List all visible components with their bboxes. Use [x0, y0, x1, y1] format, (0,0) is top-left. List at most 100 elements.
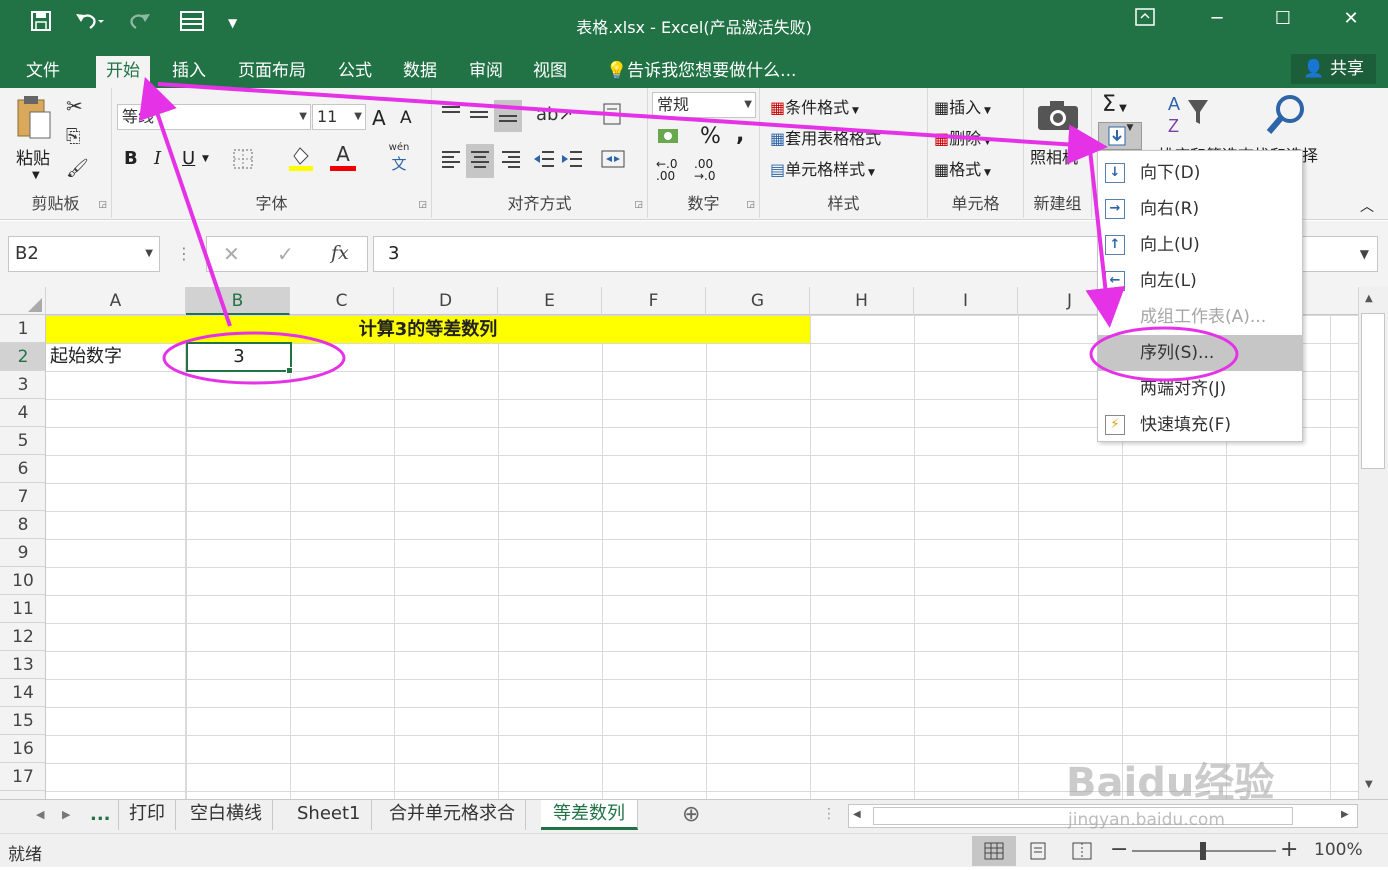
align-top-icon[interactable]: [440, 104, 462, 128]
border-icon[interactable]: [232, 148, 254, 174]
collapse-ribbon-icon[interactable]: ︿: [1360, 196, 1374, 216]
zoom-level[interactable]: 100%: [1314, 840, 1363, 860]
dialog-launcher-icon[interactable]: ◲: [634, 200, 643, 210]
format-as-table-button[interactable]: ▦套用表格格式: [770, 125, 881, 149]
row-header-7[interactable]: 7: [0, 483, 45, 511]
grow-font-button[interactable]: A: [372, 106, 386, 130]
align-center-icon[interactable]: [466, 144, 494, 178]
increase-decimal-button[interactable]: ←.0 .00: [656, 158, 678, 182]
row-header-11[interactable]: 11: [0, 595, 45, 623]
row-header-1[interactable]: 1: [0, 315, 45, 343]
font-name-input[interactable]: 等线 ▼: [117, 104, 311, 130]
conditional-formatting-button[interactable]: ▦条件格式 ▼: [770, 94, 859, 118]
currency-icon[interactable]: [656, 126, 682, 152]
percent-button[interactable]: %: [700, 124, 721, 149]
wrap-text-icon[interactable]: [602, 102, 626, 130]
fill-handle[interactable]: [286, 367, 293, 374]
prev-sheet-icon[interactable]: ◀: [36, 808, 44, 821]
cut-icon[interactable]: ✂: [66, 94, 83, 118]
underline-button[interactable]: U: [182, 148, 195, 169]
menu-item-fill-up[interactable]: ↑ 向上(U): [1098, 227, 1302, 263]
tab-page-layout[interactable]: 页面布局: [228, 56, 316, 88]
column-header-c[interactable]: C: [290, 287, 394, 315]
paste-icon[interactable]: [14, 94, 54, 142]
fill-button[interactable]: ▼: [1098, 122, 1142, 150]
menu-item-flash-fill[interactable]: ⚡ 快速填充(F): [1098, 407, 1302, 443]
insert-function-button[interactable]: fx: [331, 242, 349, 264]
normal-view-icon[interactable]: [972, 836, 1016, 866]
row-header-17[interactable]: 17: [0, 763, 45, 791]
align-middle-icon[interactable]: [468, 104, 490, 128]
dialog-launcher-icon[interactable]: ◲: [98, 200, 107, 210]
tab-view[interactable]: 视图: [523, 56, 577, 88]
sheet-tab-arithmetic-sequence[interactable]: 等差数列: [541, 800, 638, 830]
scroll-right-icon[interactable]: ▶: [1341, 809, 1349, 820]
ribbon-display-icon[interactable]: [1130, 8, 1160, 31]
fill-color-icon[interactable]: [288, 144, 314, 176]
page-break-view-icon[interactable]: [1072, 842, 1092, 864]
scroll-down-icon[interactable]: ▼: [1365, 779, 1373, 790]
minimize-icon[interactable]: ─: [1202, 8, 1232, 29]
tab-formulas[interactable]: 公式: [328, 56, 382, 88]
page-layout-view-icon[interactable]: [1028, 842, 1048, 864]
sort-filter-icon[interactable]: AZ: [1166, 92, 1212, 140]
cell-a2[interactable]: 起始数字: [50, 343, 122, 371]
increase-indent-icon[interactable]: [560, 148, 584, 174]
scroll-left-icon[interactable]: ◀: [853, 809, 861, 820]
tab-splitter-icon[interactable]: ⋮: [822, 806, 836, 822]
column-header-i[interactable]: I: [914, 287, 1018, 315]
sheet-tab-merge-sum[interactable]: 合并单元格求合: [379, 800, 526, 830]
column-header-b[interactable]: B: [186, 287, 290, 315]
vertical-scrollbar[interactable]: ▲ ▼: [1358, 287, 1388, 799]
next-sheet-icon[interactable]: ▶: [62, 808, 70, 821]
row-header-2[interactable]: 2: [0, 343, 45, 371]
delete-cells-button[interactable]: ▦删除 ▼: [934, 125, 991, 149]
copy-icon[interactable]: ⎘: [66, 126, 80, 147]
column-header-d[interactable]: D: [394, 287, 498, 315]
zoom-in-icon[interactable]: +: [1280, 837, 1298, 862]
tell-me-search[interactable]: 💡告诉我您想要做什么...: [596, 56, 806, 88]
tab-file[interactable]: 文件: [16, 56, 70, 88]
paste-dropdown-icon[interactable]: ▼: [32, 170, 40, 181]
align-left-icon[interactable]: [440, 148, 462, 174]
comma-button[interactable]: ,: [736, 122, 744, 147]
sheet-tab-print[interactable]: 打印: [118, 800, 176, 830]
more-sheets-button[interactable]: ...: [90, 804, 111, 825]
phonetic-icon[interactable]: wén 文: [384, 142, 414, 174]
row-header-14[interactable]: 14: [0, 679, 45, 707]
underline-dropdown-icon[interactable]: ▼: [202, 154, 209, 164]
enter-icon[interactable]: ✓: [277, 242, 294, 266]
menu-item-series[interactable]: 序列(S)...: [1098, 335, 1302, 371]
select-all-corner[interactable]: [0, 287, 46, 315]
row-header-8[interactable]: 8: [0, 511, 45, 539]
menu-item-fill-left[interactable]: ← 向左(L): [1098, 263, 1302, 299]
name-box[interactable]: B2 ▼: [8, 236, 160, 272]
row-header-6[interactable]: 6: [0, 455, 45, 483]
tab-data[interactable]: 数据: [393, 56, 447, 88]
close-icon[interactable]: ✕: [1336, 8, 1366, 29]
menu-item-fill-right[interactable]: → 向右(R): [1098, 191, 1302, 227]
font-size-input[interactable]: 11 ▼: [312, 104, 366, 130]
row-header-15[interactable]: 15: [0, 707, 45, 735]
zoom-out-icon[interactable]: −: [1110, 837, 1128, 862]
decrease-decimal-button[interactable]: .00 →.0: [694, 158, 716, 182]
find-select-icon[interactable]: [1264, 92, 1308, 142]
align-bottom-icon[interactable]: [494, 100, 522, 132]
number-format-select[interactable]: 常规 ▼: [652, 92, 756, 118]
title-cell[interactable]: 计算3的等差数列: [46, 316, 810, 343]
row-header-3[interactable]: 3: [0, 371, 45, 399]
expand-formula-icon[interactable]: ▼: [1360, 237, 1369, 271]
paste-label[interactable]: 粘贴: [16, 144, 50, 169]
scroll-thumb[interactable]: [1361, 313, 1385, 469]
bold-button[interactable]: B: [124, 148, 138, 169]
tab-insert[interactable]: 插入: [162, 56, 216, 88]
orientation-icon[interactable]: ab↗: [536, 104, 574, 125]
menu-item-justify[interactable]: 两端对齐(J): [1098, 371, 1302, 407]
autosum-button[interactable]: Σ ▼: [1102, 92, 1127, 117]
tab-review[interactable]: 审阅: [459, 56, 513, 88]
row-header-5[interactable]: 5: [0, 427, 45, 455]
row-header-4[interactable]: 4: [0, 399, 45, 427]
align-right-icon[interactable]: [500, 148, 522, 174]
format-painter-icon[interactable]: 🖌: [66, 158, 89, 179]
row-header-9[interactable]: 9: [0, 539, 45, 567]
